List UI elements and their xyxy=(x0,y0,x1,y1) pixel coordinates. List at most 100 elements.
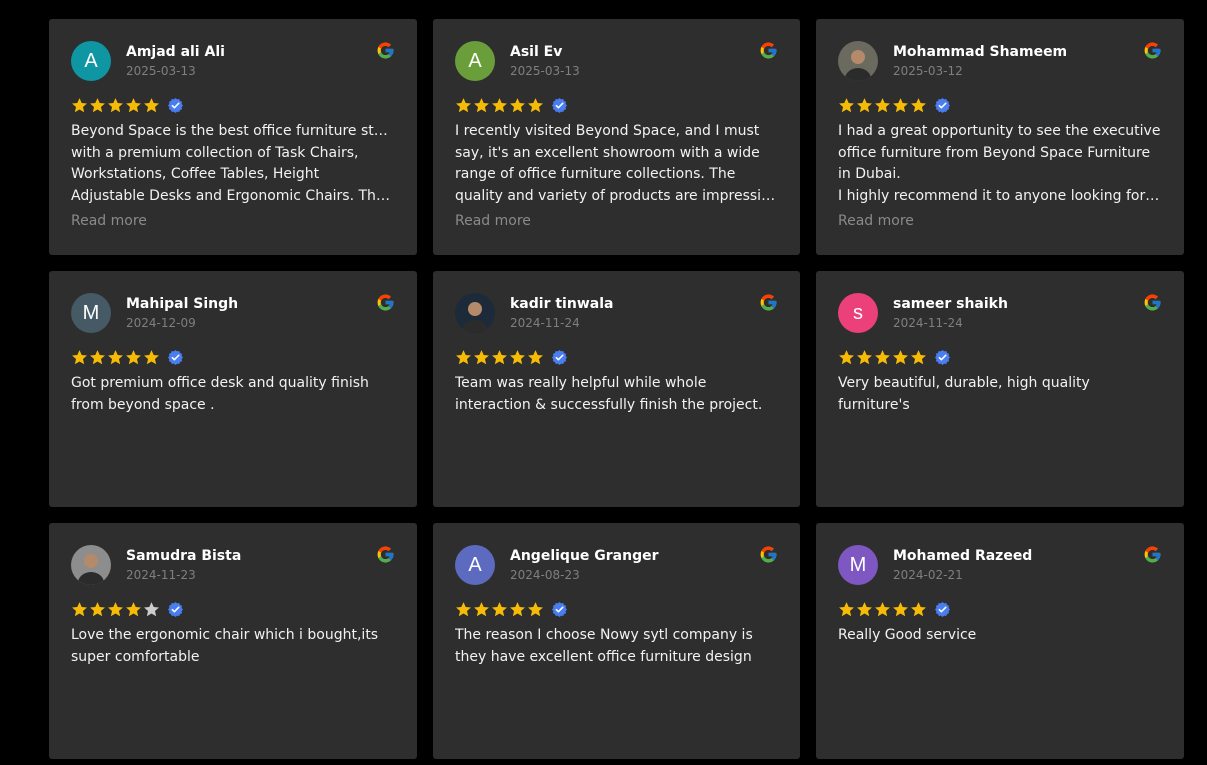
avatar: A xyxy=(455,545,495,585)
verified-badge-icon xyxy=(935,602,950,617)
star-icon xyxy=(144,98,159,113)
star-icon xyxy=(456,602,471,617)
review-card: Mohammad Shameem 2025-03-12 I had a grea… xyxy=(816,19,1184,255)
review-header: Mohammad Shameem 2025-03-12 xyxy=(838,41,1162,81)
avatar-photo xyxy=(71,545,111,585)
star-icon xyxy=(510,350,525,365)
review-text: Love the ergonomic chair which i bought,… xyxy=(71,625,395,668)
google-icon xyxy=(1144,42,1161,59)
review-date: 2024-11-24 xyxy=(510,316,580,330)
star-icon xyxy=(911,98,926,113)
star-icon xyxy=(528,350,543,365)
star-icon xyxy=(72,602,87,617)
star-icon xyxy=(90,602,105,617)
star-icon xyxy=(492,350,507,365)
google-icon xyxy=(377,42,394,59)
review-card: A Angelique Granger 2024-08-23 The reaso… xyxy=(433,523,800,759)
star-icon xyxy=(126,602,141,617)
reviewer-name: Mahipal Singh xyxy=(126,296,239,312)
star-icon xyxy=(510,98,525,113)
avatar: A xyxy=(71,41,111,81)
avatar-photo xyxy=(455,293,495,333)
avatar: M xyxy=(838,545,878,585)
review-text: Really Good service xyxy=(838,625,1162,647)
review-card: kadir tinwala 2024-11-24 Team was really… xyxy=(433,271,800,507)
review-text: The reason I choose Nowy sytl company is… xyxy=(455,625,778,668)
google-icon xyxy=(760,546,777,563)
verified-badge-icon xyxy=(552,98,567,113)
star-rating xyxy=(455,96,778,115)
read-more-link[interactable]: Read more xyxy=(455,213,778,229)
reviewer-name: Mohammad Shameem xyxy=(893,44,1068,60)
review-date: 2025-03-12 xyxy=(893,64,963,78)
review-header: A Amjad ali Ali 2025-03-13 xyxy=(71,41,395,81)
star-icon xyxy=(893,98,908,113)
reviews-grid: A Amjad ali Ali 2025-03-13 Beyond Space … xyxy=(49,19,1184,759)
review-text: Beyond Space is the best office furnitur… xyxy=(71,121,395,208)
star-icon xyxy=(875,350,890,365)
avatar-initial: A xyxy=(468,553,482,576)
verified-badge-icon xyxy=(168,602,183,617)
star-rating xyxy=(71,600,395,619)
star-icon xyxy=(456,350,471,365)
avatar-photo xyxy=(838,41,878,81)
review-text: Got premium office desk and quality fini… xyxy=(71,373,395,416)
star-rating xyxy=(71,348,395,367)
review-text-line: from beyond space . xyxy=(71,396,215,413)
star-icon xyxy=(492,602,507,617)
star-rating xyxy=(455,348,778,367)
review-text-line: Workstations, Coffee Tables, Height xyxy=(71,166,320,183)
google-icon xyxy=(377,294,394,311)
reviewer-info: sameer shaikh 2024-11-24 xyxy=(893,297,1008,329)
review-date: 2024-08-23 xyxy=(510,568,580,582)
star-icon xyxy=(144,602,159,617)
star-icon xyxy=(144,350,159,365)
review-date: 2025-03-13 xyxy=(126,64,196,78)
star-icon xyxy=(492,98,507,113)
star-icon xyxy=(893,350,908,365)
review-text-line: office furniture from Beyond Space Furni… xyxy=(838,144,1151,161)
star-icon xyxy=(857,350,872,365)
review-text: I recently visited Beyond Space, and I m… xyxy=(455,121,778,208)
avatar-initial: M xyxy=(82,301,100,324)
reviewer-name: Samudra Bista xyxy=(126,548,242,564)
review-date: 2024-12-09 xyxy=(126,316,196,330)
reviewer-info: Asil Ev 2025-03-13 xyxy=(510,45,580,77)
review-text: Very beautiful, durable, high quality fur… xyxy=(838,373,1162,416)
review-header: A Asil Ev 2025-03-13 xyxy=(455,41,778,81)
star-icon xyxy=(72,98,87,113)
avatar-initial: s xyxy=(853,301,863,324)
google-icon xyxy=(377,546,394,563)
star-icon xyxy=(456,98,471,113)
review-header: M Mahipal Singh 2024-12-09 xyxy=(71,293,395,333)
google-icon xyxy=(760,42,777,59)
review-text-line: Really Good service xyxy=(838,627,977,643)
google-icon xyxy=(1144,546,1161,563)
verified-badge-icon xyxy=(552,602,567,617)
review-card: s sameer shaikh 2024-11-24 Very beautifu… xyxy=(816,271,1184,507)
read-more-link[interactable]: Read more xyxy=(838,213,1162,229)
avatar-initial: A xyxy=(84,49,98,72)
star-rating xyxy=(838,600,1162,619)
review-text-line: say, it's an excellent showroom with a w… xyxy=(455,144,760,161)
review-text-line: Beyond Space is the best office furnitur… xyxy=(71,123,395,139)
star-icon xyxy=(911,602,926,617)
review-card: M Mahipal Singh 2024-12-09 Got premium o… xyxy=(49,271,417,507)
reviewer-name: Mohamed Razeed xyxy=(893,548,1033,564)
review-text-line: quality and variety of products are impr… xyxy=(455,188,778,205)
avatar-initial: M xyxy=(849,553,867,576)
review-card: A Amjad ali Ali 2025-03-13 Beyond Space … xyxy=(49,19,417,255)
review-text: Team was really helpful while whole inter… xyxy=(455,373,778,416)
reviewer-info: Mahipal Singh 2024-12-09 xyxy=(126,297,238,329)
star-icon xyxy=(875,98,890,113)
review-text-line: I highly recommend it to anyone looking … xyxy=(838,188,1160,205)
read-more-link[interactable]: Read more xyxy=(71,213,395,229)
reviewer-name: Asil Ev xyxy=(510,44,563,60)
verified-badge-icon xyxy=(168,350,183,365)
review-text-line: with a premium collection of Task Chairs… xyxy=(71,144,359,161)
star-icon xyxy=(528,602,543,617)
star-icon xyxy=(857,98,872,113)
reviewer-name: Angelique Granger xyxy=(510,548,659,564)
review-text-line: Very beautiful, durable, high quality xyxy=(838,375,1090,391)
review-text-line: Team was really helpful while whole xyxy=(455,375,707,391)
